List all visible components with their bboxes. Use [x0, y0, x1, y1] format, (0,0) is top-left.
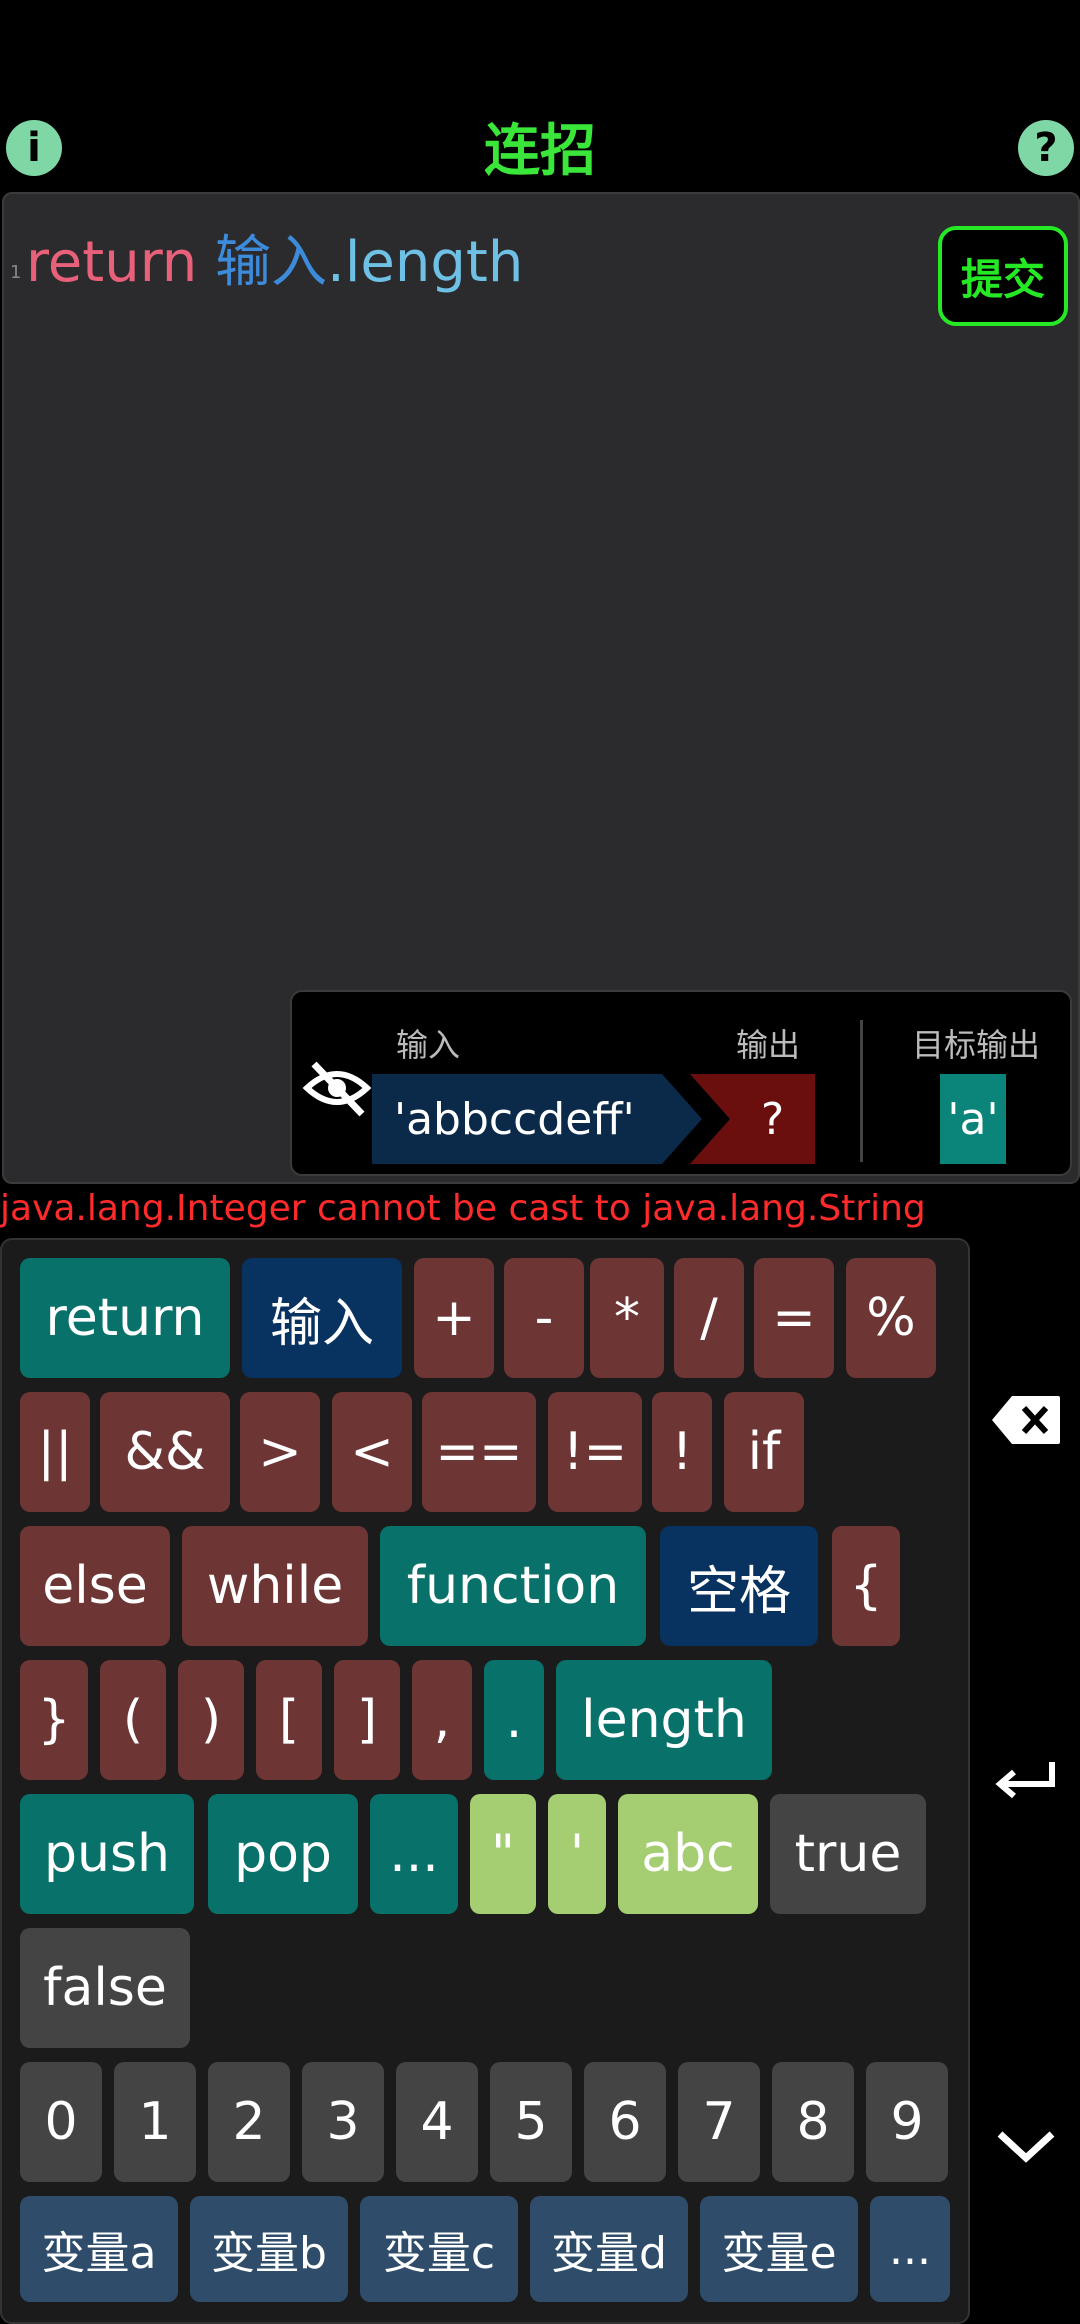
- key-if[interactable]: if: [724, 1392, 804, 1512]
- key-divide[interactable]: /: [674, 1258, 744, 1378]
- help-icon[interactable]: ?: [1018, 120, 1074, 176]
- page-title: 连招: [484, 119, 596, 184]
- key-digit-3[interactable]: 3: [302, 2062, 384, 2182]
- key-not[interactable]: !: [652, 1392, 712, 1512]
- key-equals[interactable]: =: [754, 1258, 834, 1378]
- input-value-chip: 'abbccdeff': [372, 1074, 702, 1164]
- line-number: 1: [10, 262, 22, 283]
- output-label: 输出: [736, 1026, 801, 1064]
- key-digit-7[interactable]: 7: [678, 2062, 760, 2182]
- key-var-b[interactable]: 变量b: [190, 2196, 348, 2302]
- key-double-quote[interactable]: ": [470, 1794, 536, 1914]
- key-multiply[interactable]: *: [590, 1258, 664, 1378]
- key-var-c[interactable]: 变量c: [360, 2196, 518, 2302]
- key-minus[interactable]: -: [504, 1258, 584, 1378]
- key-while[interactable]: while: [182, 1526, 368, 1646]
- key-digit-5[interactable]: 5: [490, 2062, 572, 2182]
- key-or[interactable]: ||: [20, 1392, 90, 1512]
- key-function[interactable]: function: [380, 1526, 646, 1646]
- key-digit-8[interactable]: 8: [772, 2062, 854, 2182]
- key-digit-9[interactable]: 9: [866, 2062, 948, 2182]
- token-property: length: [344, 230, 524, 295]
- key-not-equal[interactable]: !=: [548, 1392, 642, 1512]
- key-close-bracket[interactable]: ]: [334, 1660, 400, 1780]
- key-push[interactable]: push: [20, 1794, 194, 1914]
- submit-button[interactable]: 提交: [938, 226, 1068, 326]
- token-dot: .: [327, 230, 345, 295]
- key-digit-2[interactable]: 2: [208, 2062, 290, 2182]
- target-value: 'a': [940, 1074, 1006, 1164]
- key-digit-0[interactable]: 0: [20, 2062, 102, 2182]
- key-var-a[interactable]: 变量a: [20, 2196, 178, 2302]
- key-less[interactable]: <: [332, 1392, 412, 1512]
- code-line: return 输入.length: [26, 228, 523, 298]
- key-true[interactable]: true: [770, 1794, 926, 1914]
- enter-icon[interactable]: [976, 1740, 1076, 1820]
- output-value: ?: [760, 1093, 785, 1145]
- chevron-down-icon[interactable]: [976, 2106, 1076, 2186]
- key-open-paren[interactable]: (: [100, 1660, 166, 1780]
- key-and[interactable]: &&: [100, 1392, 230, 1512]
- key-greater[interactable]: >: [240, 1392, 320, 1512]
- key-percent[interactable]: %: [846, 1258, 936, 1378]
- key-length[interactable]: length: [556, 1660, 772, 1780]
- key-var-d[interactable]: 变量d: [530, 2196, 688, 2302]
- input-value: 'abbccdeff': [394, 1093, 635, 1145]
- key-single-quote[interactable]: ': [548, 1794, 606, 1914]
- target-output-label: 目标输出: [912, 1026, 1041, 1064]
- key-var-more[interactable]: ...: [870, 2196, 950, 2302]
- token-variable: 输入: [215, 230, 328, 295]
- token-keyword: return: [26, 230, 198, 295]
- key-digit-1[interactable]: 1: [114, 2062, 196, 2182]
- key-digit-6[interactable]: 6: [584, 2062, 666, 2182]
- key-open-bracket[interactable]: [: [256, 1660, 322, 1780]
- backspace-icon[interactable]: [976, 1380, 1076, 1460]
- key-var-e[interactable]: 变量e: [700, 2196, 858, 2302]
- io-divider: [860, 1020, 863, 1162]
- key-return[interactable]: return: [20, 1258, 230, 1378]
- output-value-chip: ?: [690, 1074, 815, 1164]
- key-space[interactable]: 空格: [660, 1526, 818, 1646]
- key-plus[interactable]: +: [414, 1258, 494, 1378]
- key-else[interactable]: else: [20, 1526, 170, 1646]
- key-false[interactable]: false: [20, 1928, 190, 2048]
- key-pop[interactable]: pop: [208, 1794, 358, 1914]
- error-message: java.lang.Integer cannot be cast to java…: [0, 1188, 926, 1229]
- key-comma[interactable]: ,: [412, 1660, 472, 1780]
- key-abc[interactable]: abc: [618, 1794, 758, 1914]
- key-close-brace[interactable]: }: [20, 1660, 88, 1780]
- eye-off-icon[interactable]: [302, 1058, 372, 1118]
- key-digit-4[interactable]: 4: [396, 2062, 478, 2182]
- key-input[interactable]: 输入: [242, 1258, 402, 1378]
- key-open-brace[interactable]: {: [832, 1526, 900, 1646]
- key-equal-equal[interactable]: ==: [422, 1392, 536, 1512]
- input-label: 输入: [396, 1026, 461, 1064]
- key-close-paren[interactable]: ): [178, 1660, 244, 1780]
- key-spread[interactable]: ...: [370, 1794, 458, 1914]
- key-dot[interactable]: .: [484, 1660, 544, 1780]
